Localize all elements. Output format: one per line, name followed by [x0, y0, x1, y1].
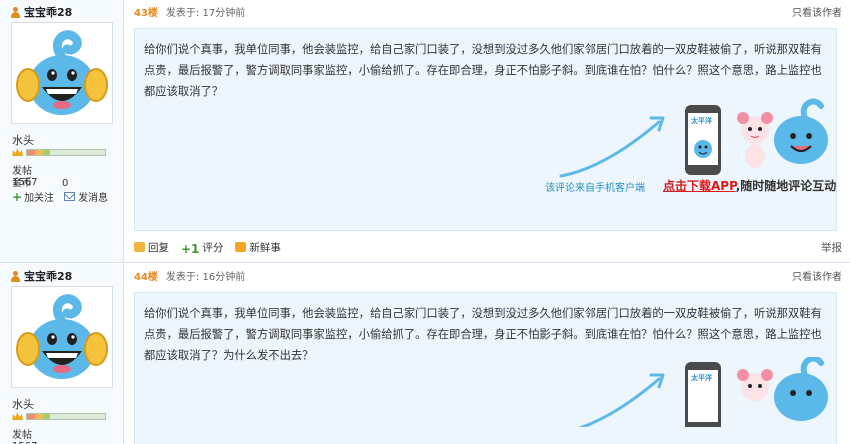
stat-posts: 发帖1567	[12, 430, 37, 444]
forum-post: 宝宝乖28 水头	[0, 264, 850, 444]
crown-icon	[12, 148, 23, 156]
app-promo: 太平洋	[545, 357, 829, 427]
plus-one-icon: +1	[181, 242, 200, 256]
news-button[interactable]: 新鲜事	[235, 240, 281, 255]
author-name[interactable]: 宝宝乖28	[24, 4, 72, 20]
news-icon	[235, 242, 247, 252]
avatar[interactable]	[11, 286, 113, 388]
reply-button[interactable]: 回复	[134, 240, 169, 255]
user-rank: 水头	[12, 134, 34, 147]
user-icon	[10, 270, 21, 282]
post-header: 43楼 发表于: 17分钟前 只看该作者	[134, 4, 842, 19]
mascot-duo-image	[737, 357, 828, 421]
follow-button[interactable]: + 加关注	[12, 189, 54, 205]
post-time: 发表于: 16分钟前	[165, 271, 246, 283]
author-name[interactable]: 宝宝乖28	[24, 268, 72, 284]
only-author-link[interactable]: 只看该作者	[792, 4, 842, 19]
download-promo: 点击下载APP,随时随地评论互动	[663, 179, 837, 193]
app-promo: 太平洋 该评论来自手机客户端 点击下载APP,随时随地评论互动	[545, 98, 836, 200]
mascot-avatar-image	[16, 30, 108, 115]
rate-button[interactable]: +1 评分	[181, 240, 223, 257]
envelope-icon	[64, 192, 76, 201]
stat-coins: 金币 0	[12, 178, 69, 189]
only-author-link[interactable]: 只看该作者	[792, 268, 842, 283]
author-name-row[interactable]: 宝宝乖28	[10, 269, 72, 283]
report-link[interactable]: 举报	[821, 240, 842, 255]
reply-icon	[134, 242, 145, 252]
phone-icon: 太平洋	[685, 362, 721, 427]
level-progress-bar	[26, 413, 106, 420]
curved-arrow-icon	[559, 116, 665, 178]
post-text: 给你们说个真事，我单位同事，他会装监控，给自己家门口装了，没想到没过多久他们家邻…	[144, 43, 822, 98]
plus-icon: +	[12, 189, 23, 204]
user-icon	[10, 6, 21, 18]
forum-post: 宝宝乖28 水头	[0, 0, 850, 263]
author-sidebar: 宝宝乖28 水头	[0, 0, 124, 262]
mascot-duo-image	[737, 98, 828, 168]
level-row	[12, 148, 106, 157]
download-app-link[interactable]: 点击下载APP	[663, 179, 736, 193]
promo-caption: 该评论来自手机客户端	[545, 183, 645, 194]
post-main: 43楼 发表于: 17分钟前 只看该作者 给你们说个真事，我单位同事，他会装监控…	[125, 0, 850, 262]
send-message-button[interactable]: 发消息	[64, 189, 108, 204]
avatar[interactable]	[11, 22, 113, 124]
level-progress-bar	[26, 149, 106, 156]
crown-icon	[12, 412, 23, 420]
floor-number[interactable]: 43楼	[134, 4, 158, 19]
curved-arrow-icon	[578, 373, 665, 427]
post-footer: 回复 +1 评分 新鲜事 举报	[134, 238, 842, 256]
phone-icon: 太平洋	[685, 105, 721, 175]
mascot-avatar-image	[16, 294, 108, 379]
author-name-row[interactable]: 宝宝乖28	[10, 5, 72, 19]
floor-number[interactable]: 44楼	[134, 268, 158, 283]
author-actions: + 加关注 发消息	[12, 189, 118, 205]
post-header: 44楼 发表于: 16分钟前 只看该作者	[134, 268, 842, 283]
post-main: 44楼 发表于: 16分钟前 只看该作者 给你们说个真事，我单位同事，他会装监控…	[125, 264, 850, 444]
level-row	[12, 412, 106, 421]
author-sidebar: 宝宝乖28 水头	[0, 264, 124, 444]
post-time: 发表于: 17分钟前	[165, 7, 246, 19]
user-rank: 水头	[12, 398, 34, 411]
